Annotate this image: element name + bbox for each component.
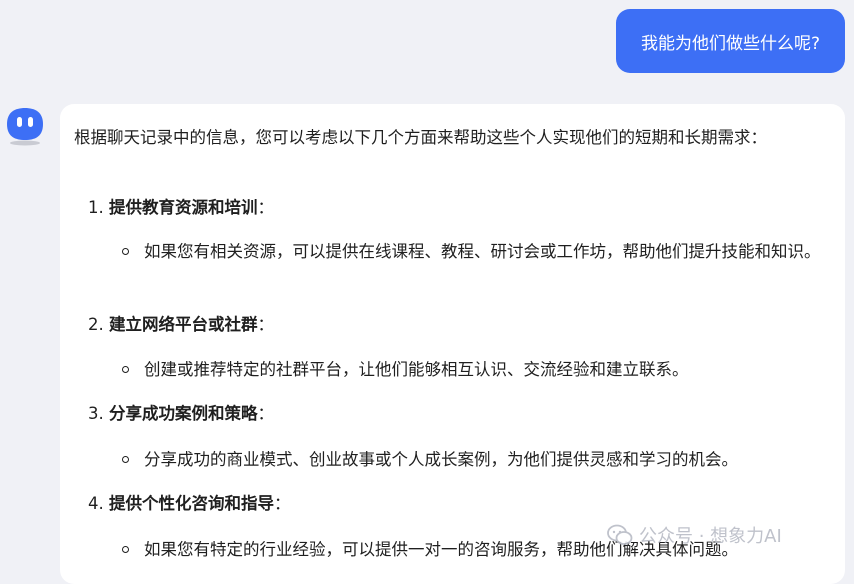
user-message-bubble: 我能为他们做些什么呢? (616, 9, 845, 73)
list-item-2: 2. 建立网络平台或社群： (88, 315, 274, 334)
list-bullet-1: 如果您有相关资源，可以提供在线课程、教程、研讨会或工作坊，帮助他们提升技能和知识… (122, 238, 822, 266)
bullet-text: 如果您有相关资源，可以提供在线课程、教程、研讨会或工作坊，帮助他们提升技能和知识… (144, 242, 821, 261)
bullet-dot-icon (122, 456, 129, 463)
bullet-text: 分享成功的商业模式、创业故事或个人成长案例，为他们提供灵感和学习的机会。 (144, 450, 738, 469)
list-item-3: 3. 分享成功案例和策略： (88, 404, 274, 423)
bullet-dot-icon (122, 366, 129, 373)
list-title: 提供个性化咨询和指导 (109, 494, 274, 513)
list-bullet-3: 分享成功的商业模式、创业故事或个人成长案例，为他们提供灵感和学习的机会。 (122, 446, 822, 474)
user-message-text: 我能为他们做些什么呢? (640, 33, 821, 54)
list-title: 提供教育资源和培训 (109, 198, 258, 217)
list-number: 2. (88, 315, 104, 334)
list-number: 3. (88, 404, 104, 423)
bot-avatar-icon (7, 108, 43, 146)
list-title: 分享成功案例和策略 (109, 404, 258, 423)
list-item-1: 1. 提供教育资源和培训： (88, 198, 274, 217)
list-item-4: 4. 提供个性化咨询和指导： (88, 494, 291, 513)
bullet-dot-icon (122, 546, 129, 553)
assistant-intro-text: 根据聊天记录中的信息，您可以考虑以下几个方面来帮助这些个人实现他们的短期和长期需… (74, 128, 767, 147)
bullet-text: 创建或推荐特定的社群平台，让他们能够相互认识、交流经验和建立联系。 (144, 360, 689, 379)
list-title: 建立网络平台或社群 (109, 315, 258, 334)
wechat-icon (607, 524, 633, 545)
watermark: 公众号 · 想象力AI (607, 522, 782, 548)
bullet-dot-icon (122, 248, 129, 255)
list-number: 4. (88, 494, 104, 513)
list-bullet-2: 创建或推荐特定的社群平台，让他们能够相互认识、交流经验和建立联系。 (122, 356, 822, 384)
watermark-text: 公众号 · 想象力AI (639, 526, 782, 547)
list-number: 1. (88, 198, 104, 217)
